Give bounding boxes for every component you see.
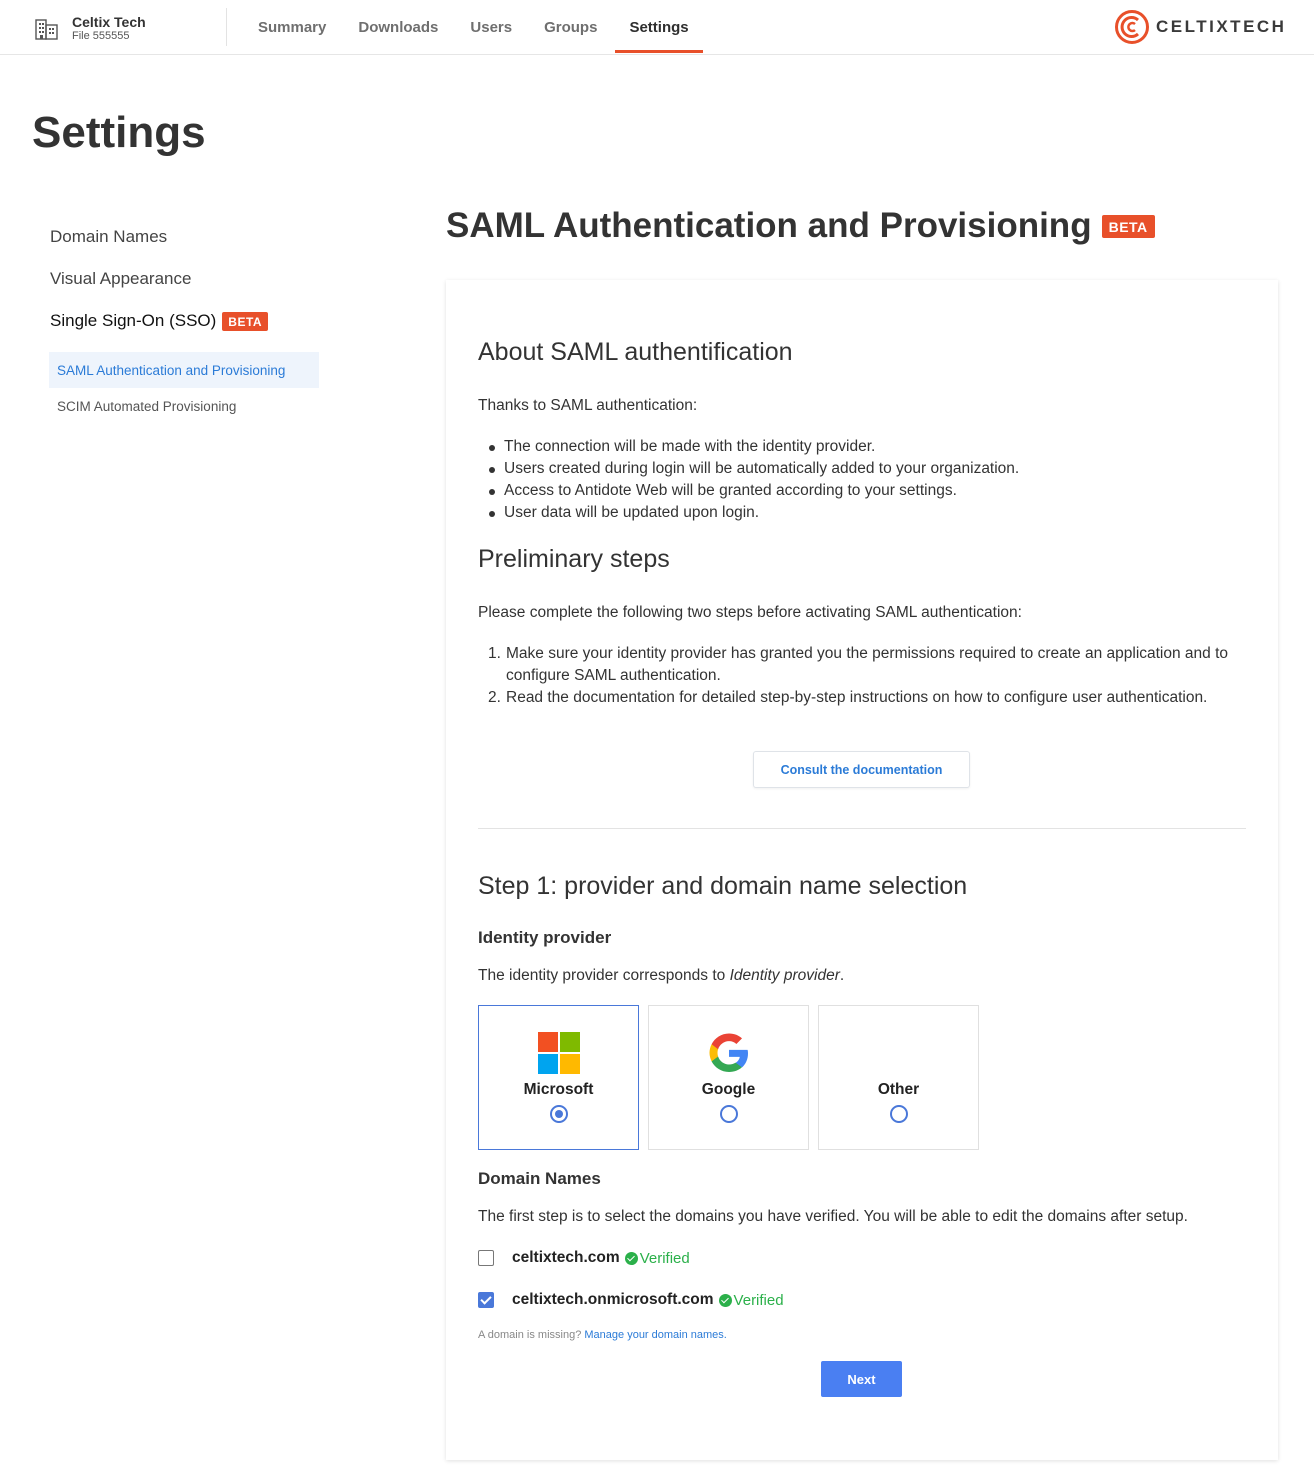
microsoft-icon bbox=[538, 1032, 580, 1074]
manage-domain-names-link[interactable]: Manage your domain names. bbox=[584, 1329, 726, 1341]
beta-badge: BETA bbox=[222, 311, 269, 331]
sidebar-item-domain-names[interactable]: Domain Names bbox=[50, 216, 320, 258]
domain-names-description: The first step is to select the domains … bbox=[478, 1208, 1188, 1225]
top-navigation-bar: Celtix Tech File 555555 Summary Download… bbox=[0, 0, 1314, 55]
about-heading: About SAML authentification bbox=[478, 338, 793, 366]
domain-checkbox[interactable] bbox=[478, 1250, 494, 1266]
missing-domain-note: A domain is missing? Manage your domain … bbox=[478, 1329, 727, 1341]
celtixtech-logo-icon bbox=[1115, 10, 1149, 44]
list-item: Access to Antidote Web will be granted a… bbox=[478, 480, 1246, 502]
nav-downloads[interactable]: Downloads bbox=[358, 0, 438, 55]
sidebar-subitem-scim[interactable]: SCIM Automated Provisioning bbox=[49, 388, 319, 424]
consult-documentation-button[interactable]: Consult the documentation bbox=[753, 751, 970, 788]
list-item: 2. Read the documentation for detailed s… bbox=[478, 687, 1246, 709]
domain-row: celtixtech.com Verified bbox=[478, 1249, 690, 1267]
sidebar-subitem-saml[interactable]: SAML Authentication and Provisioning bbox=[49, 352, 319, 388]
domain-name: celtixtech.onmicrosoft.com bbox=[512, 1291, 714, 1308]
provider-radio[interactable] bbox=[890, 1105, 908, 1123]
check-circle-icon bbox=[624, 1251, 638, 1265]
check-circle-icon bbox=[718, 1293, 732, 1307]
nav-users[interactable]: Users bbox=[470, 0, 512, 55]
provider-option-google[interactable]: Google bbox=[648, 1005, 809, 1150]
provider-option-other[interactable]: Other bbox=[818, 1005, 979, 1150]
building-icon bbox=[35, 19, 58, 40]
sidebar-item-label: Domain Names bbox=[50, 227, 168, 246]
saml-settings-card: About SAML authentification Thanks to SA… bbox=[446, 280, 1278, 1460]
identity-desc-suffix: . bbox=[839, 967, 845, 984]
identity-desc-prefix: The identity provider corresponds to bbox=[478, 967, 730, 984]
google-icon bbox=[709, 1033, 748, 1072]
sidebar-subitem-label: SAML Authentication and Provisioning bbox=[57, 362, 286, 378]
step-text: Read the documentation for detailed step… bbox=[506, 689, 1208, 706]
domain-name: celtixtech.com bbox=[512, 1249, 620, 1266]
settings-sidebar: Domain Names Visual Appearance Single Si… bbox=[49, 216, 320, 424]
list-item: User data will be updated upon login. bbox=[478, 502, 1246, 524]
verified-label: Verified bbox=[733, 1291, 784, 1309]
nav-groups[interactable]: Groups bbox=[544, 0, 597, 55]
main-nav: Summary Downloads Users Groups Settings bbox=[258, 0, 721, 55]
nav-settings[interactable]: Settings bbox=[615, 0, 703, 55]
provider-name: Google bbox=[701, 1081, 756, 1098]
domain-row: celtixtech.onmicrosoft.com Verified bbox=[478, 1291, 784, 1309]
provider-name: Other bbox=[877, 1081, 920, 1098]
organization-file-number: File 555555 bbox=[72, 29, 130, 42]
section-divider bbox=[478, 828, 1246, 829]
sidebar-item-visual-appearance[interactable]: Visual Appearance bbox=[50, 258, 320, 300]
brand-text: CELTIXTECH bbox=[1156, 17, 1287, 36]
page-title: Settings bbox=[32, 108, 206, 157]
list-item: Users created during login will be autom… bbox=[478, 458, 1246, 480]
about-bullet-list: The connection will be made with the ide… bbox=[478, 436, 1246, 524]
organization-info: Celtix Tech File 555555 bbox=[34, 10, 146, 46]
provider-option-microsoft[interactable]: Microsoft bbox=[478, 1005, 639, 1150]
brand-logo[interactable]: CELTIXTECH bbox=[1114, 9, 1286, 45]
identity-desc-emphasis: Identity provider bbox=[729, 967, 840, 984]
sidebar-subitem-label: SCIM Automated Provisioning bbox=[57, 398, 237, 414]
verified-status: Verified bbox=[718, 1291, 784, 1309]
provider-radio[interactable] bbox=[720, 1105, 738, 1123]
list-item: The connection will be made with the ide… bbox=[478, 436, 1246, 458]
section-title-text: SAML Authentication and Provisioning bbox=[446, 206, 1092, 245]
domain-names-heading: Domain Names bbox=[478, 1169, 601, 1188]
sidebar-item-label: Visual Appearance bbox=[50, 269, 192, 288]
step1-heading: Step 1: provider and domain name selecti… bbox=[478, 872, 968, 900]
identity-provider-heading: Identity provider bbox=[478, 928, 612, 947]
beta-badge: BETA bbox=[1101, 214, 1155, 238]
step-number: 1. bbox=[488, 645, 501, 662]
preliminary-intro: Please complete the following two steps … bbox=[478, 604, 1022, 621]
provider-name: Microsoft bbox=[523, 1081, 594, 1098]
step-text: Make sure your identity provider has gra… bbox=[506, 645, 1229, 684]
preliminary-steps-list: 1. Make sure your identity provider has … bbox=[478, 643, 1246, 709]
verified-status: Verified bbox=[624, 1249, 690, 1267]
about-intro: Thanks to SAML authentication: bbox=[478, 397, 698, 414]
preliminary-heading: Preliminary steps bbox=[478, 545, 670, 573]
domain-checkbox[interactable] bbox=[478, 1292, 494, 1308]
verified-label: Verified bbox=[639, 1249, 690, 1267]
organization-name: Celtix Tech bbox=[72, 13, 146, 30]
step-number: 2. bbox=[488, 689, 501, 706]
next-button[interactable]: Next bbox=[821, 1361, 902, 1397]
nav-divider bbox=[226, 8, 227, 46]
nav-summary[interactable]: Summary bbox=[258, 0, 326, 55]
provider-radio[interactable] bbox=[550, 1105, 568, 1123]
section-title: SAML Authentication and Provisioning BET… bbox=[446, 206, 1155, 246]
missing-domain-text: A domain is missing? bbox=[478, 1329, 582, 1341]
identity-provider-description: The identity provider corresponds to Ide… bbox=[478, 965, 1246, 987]
identity-provider-options: Microsoft Google Other bbox=[478, 1005, 988, 1150]
sidebar-item-sso[interactable]: Single Sign-On (SSO) BETA bbox=[50, 300, 320, 342]
list-item: 1. Make sure your identity provider has … bbox=[478, 643, 1246, 687]
sidebar-item-label: Single Sign-On (SSO) bbox=[50, 311, 217, 330]
